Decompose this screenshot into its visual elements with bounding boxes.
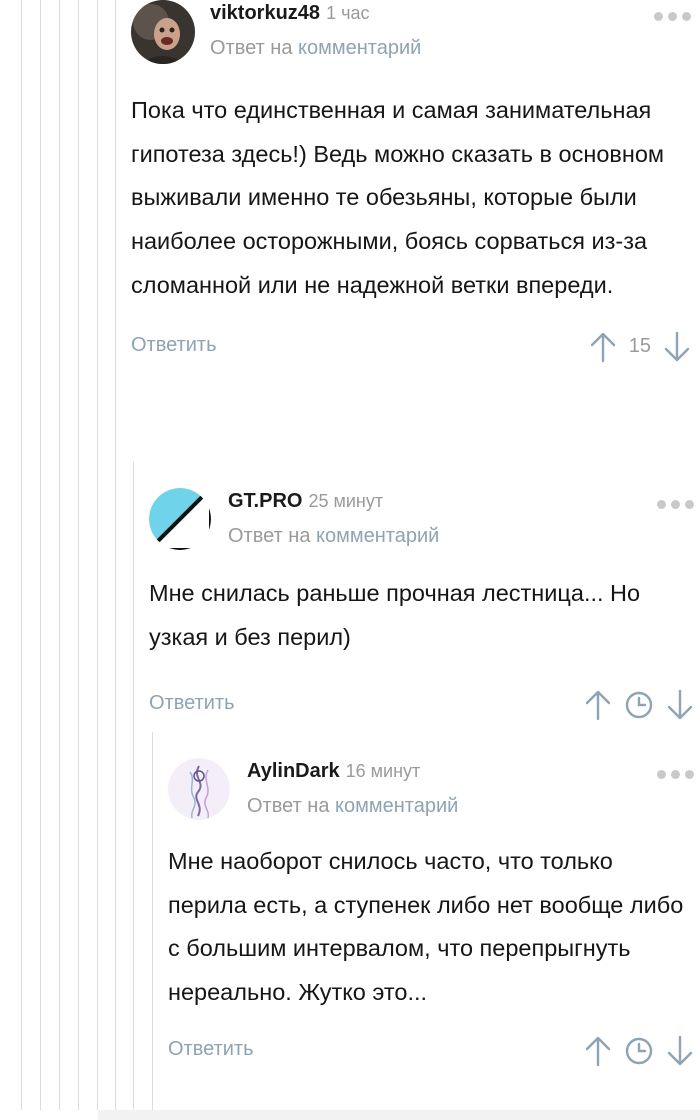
bottom-bar [98,1110,700,1120]
comment-header: AylinDark 16 минут Ответ на комментарий [168,758,694,828]
comment-actions: Ответить [168,1031,694,1071]
username[interactable]: GT.PRO [228,490,302,512]
thread-line[interactable] [115,0,116,1110]
avatar[interactable] [131,0,195,64]
reply-to-label: Ответ на [247,795,330,817]
arrow-up-icon[interactable] [584,1035,612,1067]
parent-comment-link[interactable]: комментарий [298,37,421,59]
arrow-down-icon[interactable] [663,331,691,363]
comment-text: Пока что единственная и самая заниматель… [131,97,665,298]
avatar[interactable] [149,488,211,550]
thread-line[interactable] [21,0,22,1110]
reply-button[interactable]: Ответить [168,1038,254,1061]
comment-time[interactable]: 25 минут [308,491,383,511]
reply-to-line: Ответ на комментарий [210,37,421,60]
more-dots-icon[interactable] [654,12,691,21]
vote-controls [584,685,694,725]
thread-line[interactable] [40,0,41,1110]
thread-line[interactable] [133,462,134,1110]
clock-icon [624,690,654,720]
reply-button[interactable]: Ответить [149,692,235,715]
thread-line[interactable] [59,0,60,1110]
reply-to-label: Ответ на [228,525,311,547]
reply-button[interactable]: Ответить [131,334,217,357]
thread-line[interactable] [152,732,153,1110]
arrow-up-icon[interactable] [584,689,612,721]
vote-controls [584,1031,694,1071]
arrow-up-icon[interactable] [589,331,617,363]
username[interactable]: AylinDark [247,760,340,782]
reply-to-line: Ответ на комментарий [247,795,458,818]
parent-comment-link[interactable]: комментарий [316,525,439,547]
parent-comment-link[interactable]: комментарий [335,795,458,817]
comment-header: viktorkuz48 1 час Ответ на комментарий [131,0,691,70]
more-dots-icon[interactable] [657,500,694,509]
thread-line[interactable] [97,0,98,1110]
comment-time[interactable]: 1 час [326,3,369,23]
clock-icon [624,1036,654,1066]
comment-time[interactable]: 16 минут [346,761,421,781]
comment: AylinDark 16 минут Ответ на комментарий М… [168,758,694,1071]
comment-text: Мне наоборот снилось часто, что только п… [168,848,684,1006]
comment-thread: viktorkuz48 1 час Ответ на комментарий По… [0,0,700,1120]
arrow-down-icon[interactable] [666,689,694,721]
vote-controls: 15 [589,327,691,367]
reply-to-label: Ответ на [210,37,293,59]
thread-line[interactable] [78,0,79,1110]
comment: viktorkuz48 1 час Ответ на комментарий По… [131,0,691,367]
comment-actions: Ответить 15 [131,327,691,367]
comment-actions: Ответить [149,685,694,725]
avatar[interactable] [168,758,230,820]
reply-to-line: Ответ на комментарий [228,525,439,548]
username[interactable]: viktorkuz48 [210,2,320,24]
comment-text: Мне снилась раньше прочная лестница... Н… [149,580,641,650]
rating-score: 15 [628,335,651,358]
more-dots-icon[interactable] [657,770,694,779]
comment-header: GT.PRO 25 минут Ответ на комментарий [149,488,694,558]
arrow-down-icon[interactable] [666,1035,694,1067]
comment: GT.PRO 25 минут Ответ на комментарий Мне … [149,488,694,725]
